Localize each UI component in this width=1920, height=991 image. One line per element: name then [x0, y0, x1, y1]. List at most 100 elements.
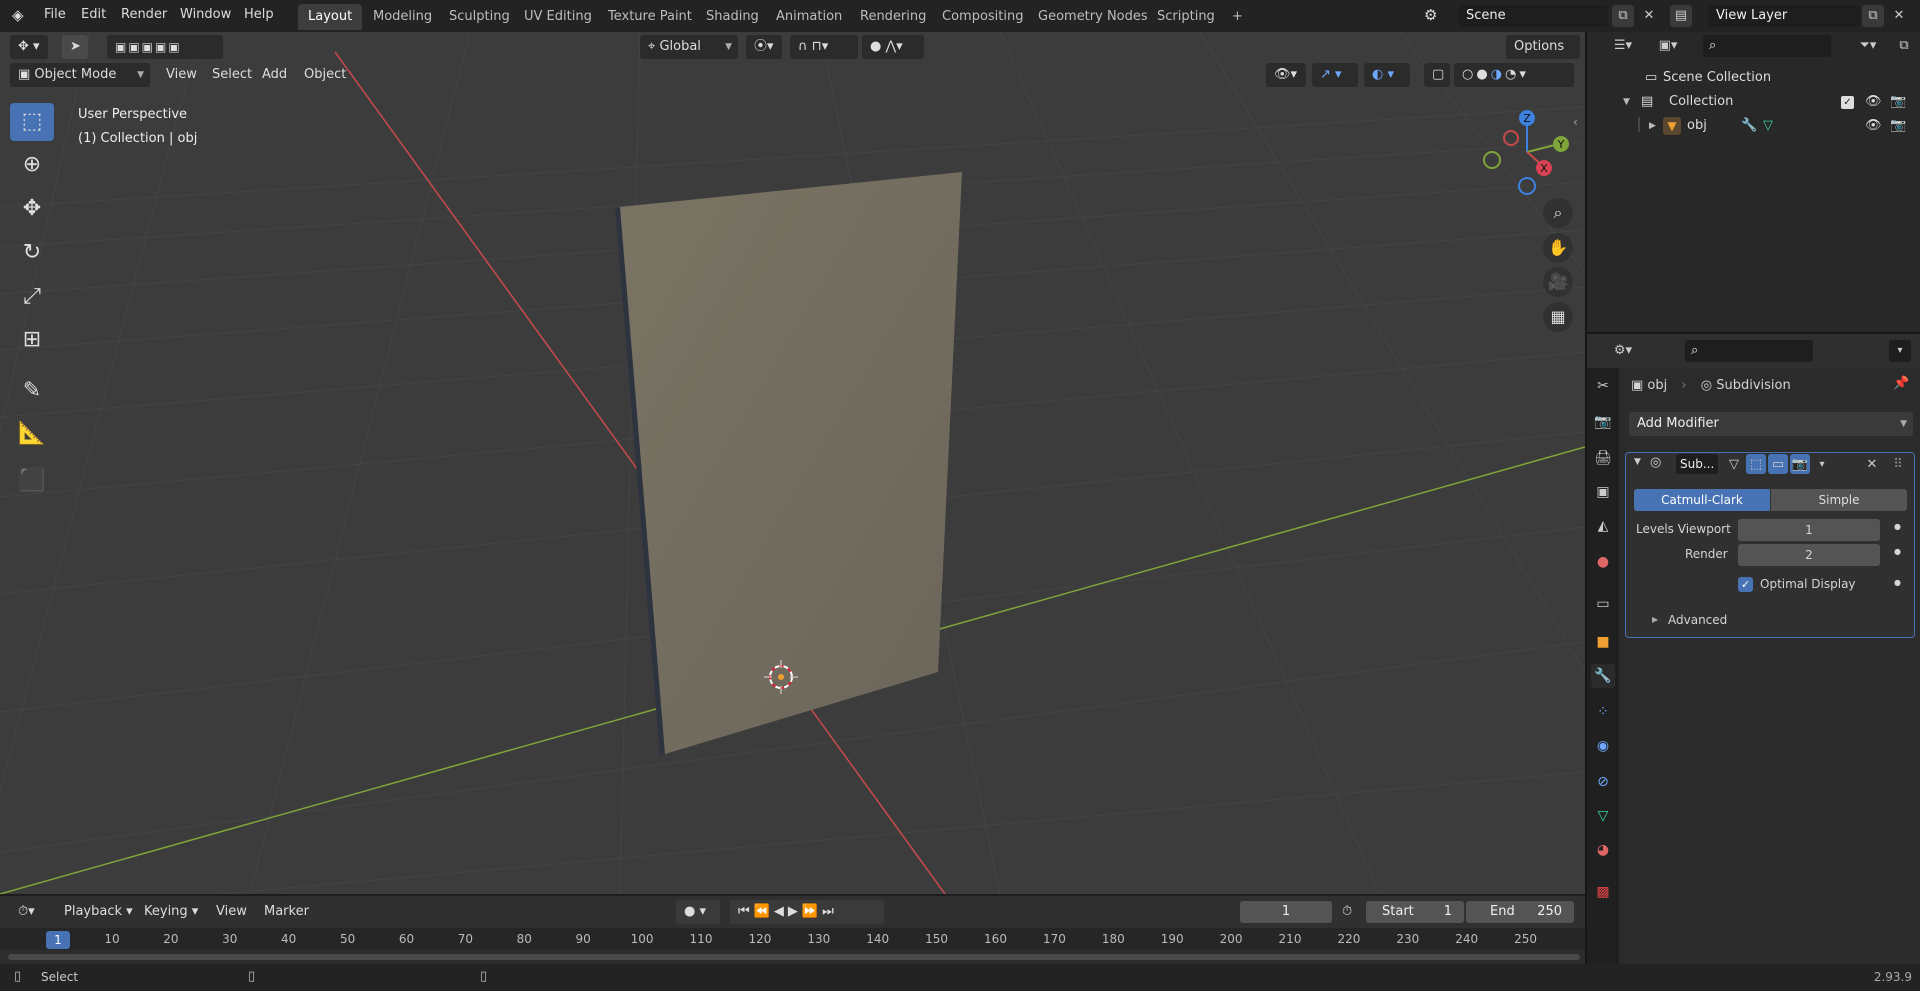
tab-scripting[interactable]: Scripting: [1147, 4, 1225, 30]
tool-tab-icon[interactable]: ✂: [1591, 374, 1615, 398]
options-dropdown[interactable]: Options ▾: [1506, 35, 1580, 78]
mesh-data-icon[interactable]: ▽: [1763, 114, 1773, 138]
outliner-row-collection[interactable]: ▼ ▤ Collection ✓ 👁 📷: [1587, 90, 1920, 114]
camera-view-icon[interactable]: 🎥: [1543, 267, 1573, 297]
outliner-row-scene-collection[interactable]: ▭ Scene Collection: [1587, 66, 1920, 90]
tab-geometry-nodes[interactable]: Geometry Nodes: [1028, 4, 1158, 30]
collection-tab-icon[interactable]: ▭: [1591, 592, 1615, 616]
properties-editor-type-icon[interactable]: ⚙▾: [1605, 340, 1641, 362]
snapping-icon[interactable]: ∩ ⊓▾: [790, 35, 858, 59]
render-levels-field[interactable]: 2: [1738, 544, 1880, 566]
catmull-clark-button[interactable]: Catmull-Clark: [1634, 489, 1770, 511]
selection-mode-icons[interactable]: ▣▣▣▣▣: [107, 35, 223, 59]
expand-arrow-icon[interactable]: ▶: [1652, 615, 1658, 624]
render-display-icon[interactable]: 📷: [1790, 454, 1810, 474]
keying-menu[interactable]: Keying ▾: [136, 900, 206, 924]
tab-shading[interactable]: Shading: [696, 4, 769, 30]
visibility-eye-icon[interactable]: 👁: [1865, 90, 1882, 114]
tab-rendering[interactable]: Rendering: [850, 4, 936, 30]
editor-type-button[interactable]: ✥ ▾: [10, 35, 48, 59]
tab-sculpting[interactable]: Sculpting: [439, 4, 520, 30]
playback-controls[interactable]: ⏮⏪◀▶⏩⏭: [730, 900, 884, 924]
material-tab-icon[interactable]: ◕: [1591, 838, 1615, 862]
constraints-tab-icon[interactable]: ⊘: [1591, 770, 1615, 794]
keyframe-dot-icon[interactable]: ●: [1894, 578, 1901, 587]
add-cube-tool-icon[interactable]: ⬛: [10, 462, 54, 500]
start-frame-field[interactable]: Start 1: [1366, 901, 1464, 923]
scene-field[interactable]: Scene: [1458, 5, 1608, 27]
modifier-tab-icon[interactable]: 🔧: [1591, 664, 1615, 688]
view-layer-icon[interactable]: ▤: [1670, 5, 1692, 27]
navigation-gizmo[interactable]: Z Y X: [1475, 104, 1575, 204]
plane-object[interactable]: [620, 172, 962, 754]
texture-tab-icon[interactable]: ▩: [1591, 880, 1615, 904]
particles-tab-icon[interactable]: ⁘: [1591, 700, 1615, 724]
scene-tab-icon[interactable]: ◭: [1591, 514, 1615, 538]
visibility-eye-icon[interactable]: 👁: [1865, 114, 1882, 138]
select-box-tool-icon[interactable]: ⬚: [10, 103, 54, 141]
current-frame-field[interactable]: 1: [1240, 901, 1332, 923]
keyframe-dot-icon[interactable]: ●: [1894, 522, 1901, 531]
blender-logo-icon[interactable]: ◈: [12, 6, 24, 24]
add-modifier-dropdown[interactable]: Add Modifier ▼: [1629, 412, 1913, 436]
move-tool-icon[interactable]: ✥: [10, 190, 54, 228]
object-tab-icon[interactable]: ■: [1591, 630, 1615, 654]
levels-viewport-field[interactable]: 1: [1738, 519, 1880, 541]
remove-modifier-icon[interactable]: ✕: [1862, 454, 1882, 474]
mode-dropdown[interactable]: ▣ Object Mode ▼: [10, 63, 150, 87]
simple-button[interactable]: Simple: [1771, 489, 1907, 511]
view-layer-tab-icon[interactable]: ▣: [1591, 480, 1615, 504]
physics-tab-icon[interactable]: ◉: [1591, 734, 1615, 758]
scene-icon[interactable]: ⚙: [1424, 6, 1437, 24]
menu-edit[interactable]: Edit: [81, 7, 106, 22]
proportional-editing-icon[interactable]: ● ⋀▾: [862, 35, 924, 59]
chevron-down-icon[interactable]: ▾: [1889, 340, 1911, 362]
pivot-point-icon[interactable]: ⦿▾: [746, 35, 782, 59]
modifier-name-field[interactable]: Sub...: [1676, 454, 1718, 474]
chevron-down-icon[interactable]: ▾: [1812, 454, 1832, 474]
transform-orientation-dropdown[interactable]: ⌖ Global ▼: [640, 35, 738, 59]
filter-icon[interactable]: ⏷▾: [1851, 35, 1885, 57]
timeline-scrollbar[interactable]: [8, 954, 1580, 960]
new-view-layer-icon[interactable]: ⧉: [1862, 5, 1884, 27]
cursor-tool-icon[interactable]: ⊕: [10, 146, 54, 184]
delete-view-layer-icon[interactable]: ✕: [1888, 5, 1910, 27]
delete-scene-icon[interactable]: ✕: [1638, 5, 1660, 27]
expand-arrow-icon[interactable]: ▶: [1649, 114, 1656, 138]
ortho-grid-icon[interactable]: ▦: [1543, 302, 1573, 332]
sidebar-toggle-icon[interactable]: ‹: [1573, 115, 1578, 129]
xray-icon[interactable]: ▢: [1424, 63, 1450, 87]
menu-window[interactable]: Window: [180, 7, 231, 22]
auto-keying-icon[interactable]: ● ▾: [676, 900, 720, 924]
keyframe-dot-icon[interactable]: ●: [1894, 547, 1901, 556]
tab-texture-paint[interactable]: Texture Paint: [598, 4, 702, 30]
outliner-row-obj[interactable]: │ ▶ ▼ obj 🔧 ▽ 👁 📷: [1587, 114, 1920, 138]
menu-object[interactable]: Object: [296, 63, 354, 87]
menu-add[interactable]: Add: [254, 63, 295, 87]
pan-hand-icon[interactable]: ✋: [1543, 233, 1573, 263]
scale-tool-icon[interactable]: ⤢: [10, 278, 54, 316]
rotate-tool-icon[interactable]: ↻: [10, 234, 54, 272]
optimal-display-checkbox[interactable]: ✓: [1738, 577, 1753, 592]
advanced-subpanel-header[interactable]: Advanced: [1668, 613, 1727, 627]
marker-menu[interactable]: Marker: [256, 900, 317, 924]
gizmo-toggle-icon[interactable]: ↗ ▾: [1312, 63, 1358, 87]
shading-mode-icons[interactable]: ○●◑◔▾: [1454, 63, 1574, 87]
modifier-wrench-icon[interactable]: 🔧: [1741, 114, 1757, 138]
annotate-tool-icon[interactable]: ✎: [10, 372, 54, 410]
output-tab-icon[interactable]: 🖨: [1591, 446, 1615, 470]
menu-render[interactable]: Render: [121, 7, 167, 22]
new-scene-icon[interactable]: ⧉: [1612, 5, 1634, 27]
select-mode-icon[interactable]: ➤: [62, 35, 88, 59]
measure-tool-icon[interactable]: 📐: [10, 415, 54, 453]
add-workspace-button[interactable]: +: [1222, 4, 1253, 30]
zoom-icon[interactable]: ⌕: [1543, 198, 1573, 228]
tab-modeling[interactable]: Modeling: [363, 4, 442, 30]
render-camera-icon[interactable]: 📷: [1890, 114, 1906, 138]
neg-x-axis-icon[interactable]: [1503, 130, 1519, 146]
tab-uv-editing[interactable]: UV Editing: [514, 4, 602, 30]
playhead[interactable]: 1: [46, 931, 70, 949]
tab-animation[interactable]: Animation: [766, 4, 852, 30]
world-tab-icon[interactable]: ●: [1591, 550, 1615, 574]
outliner-editor-type-icon[interactable]: ☰▾: [1603, 35, 1643, 57]
